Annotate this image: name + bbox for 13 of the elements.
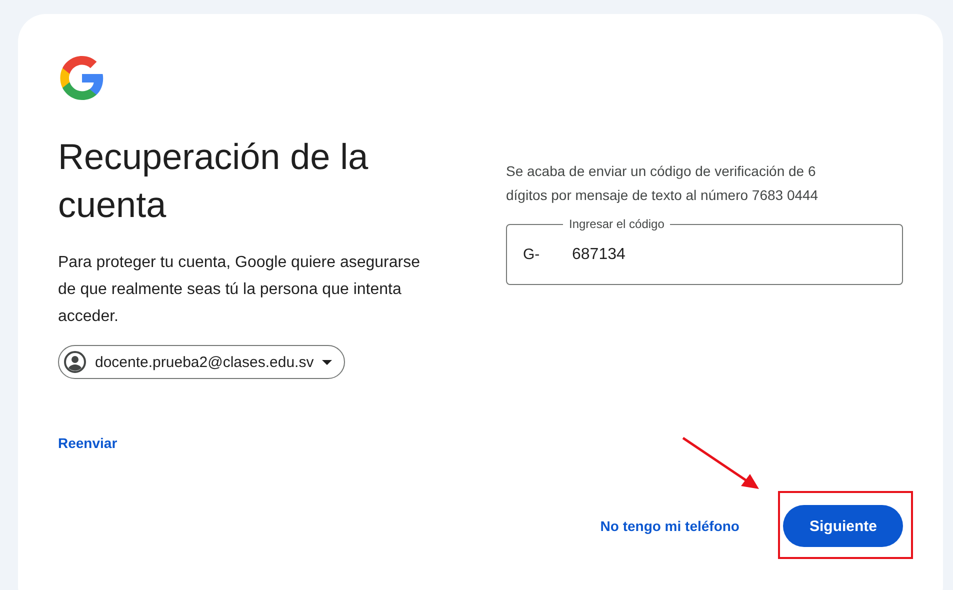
resend-link[interactable]: Reenviar [58,435,118,451]
account-chip[interactable]: docente.prueba2@clases.edu.sv [58,345,345,379]
google-logo-icon [58,54,106,102]
account-icon [63,350,87,374]
code-input-field[interactable]: 687134 [572,246,886,264]
field-label: Ingresar el código [563,216,670,232]
page-title: Recuperación de la cuenta [58,135,370,227]
next-button[interactable]: Siguiente [783,505,903,547]
no-phone-link[interactable]: No tengo mi teléfono [600,518,740,534]
sms-notice-text: Se acaba de enviar un código de verificación de 6 dígitos por mensaje de texto al número 7683 0444 [506,162,820,205]
code-prefix: G- [523,246,541,263]
description-text: Para proteger tu cuenta, Google quiere asegurarse de que realmente seas tú la persona que intenta acceder. [58,253,422,327]
caret-icon [322,360,332,364]
